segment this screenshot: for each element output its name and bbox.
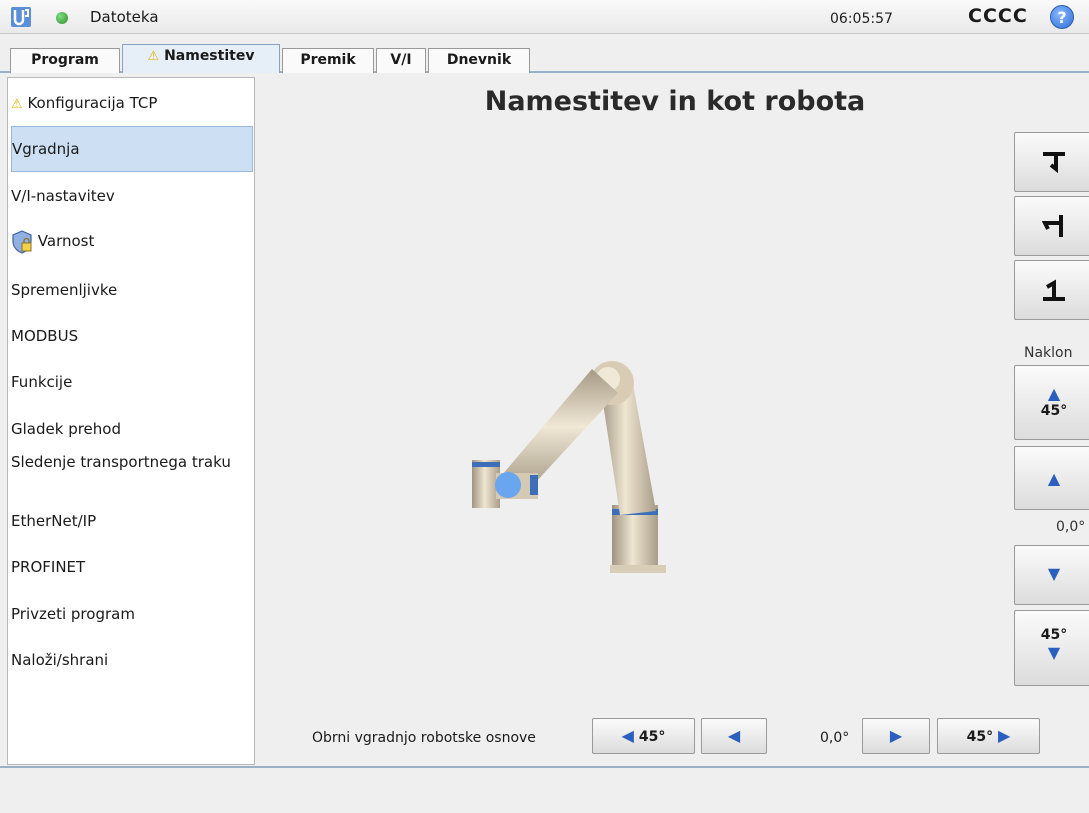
sidebar-item-ethernet-ip[interactable]: EtherNet/IP (11, 512, 253, 530)
sidebar-item-label: Spremenljivke (11, 281, 118, 299)
rotate-left-button[interactable]: ◀ (701, 718, 767, 754)
tab-dnevnik[interactable]: Dnevnik (428, 48, 530, 73)
sidebar-item-variables[interactable]: Spremenljivke (11, 281, 253, 299)
mount-floor-button[interactable] (1014, 132, 1089, 192)
sidebar-item-conveyor-tracking[interactable]: Sledenje transportnega traku (11, 452, 241, 472)
help-icon[interactable]: ? (1050, 5, 1074, 29)
rotate-base-label: Obrni vgradnjo robotske osnove (312, 730, 536, 746)
sidebar-item-safety[interactable]: Varnost (11, 229, 253, 254)
sidebar-item-modbus[interactable]: MODBUS (11, 327, 253, 345)
tab-namestitev[interactable]: ⚠ Namestitev (122, 44, 280, 73)
universal-robots-logo-icon (11, 7, 31, 27)
tab-vi[interactable]: V/I (376, 48, 426, 73)
arrow-left-icon: ◀ (727, 726, 741, 745)
sidebar-item-vgradnja[interactable]: Vgradnja (11, 126, 253, 172)
tilt-down-45-label: 45° (1040, 627, 1068, 643)
sidebar-item-default-program[interactable]: Privzeti program (11, 605, 253, 623)
sidebar-item-label: Vgradnja (12, 140, 80, 158)
tab-label: Program (31, 52, 99, 68)
rotate-right-45-button[interactable]: 45° ▶ (937, 718, 1040, 754)
sidebar-item-label: Funkcije (11, 373, 73, 391)
rotate-right-button[interactable]: ▶ (862, 718, 930, 754)
tab-label: Namestitev (164, 48, 255, 64)
tab-label: V/I (390, 52, 412, 68)
arrow-up-icon: ▲ (1047, 469, 1061, 488)
sidebar-item-label: Naloži/shrani (11, 651, 109, 669)
arrow-down-icon: ▼ (1047, 643, 1061, 662)
robot-floor-mount-icon (1043, 152, 1065, 174)
mount-ceiling-button[interactable] (1014, 260, 1089, 320)
sidebar-item-smooth-transition[interactable]: Gladek prehod (11, 420, 253, 438)
clock: 06:05:57 (830, 11, 893, 27)
sidebar-item-label: V/I-nastavitev (11, 187, 115, 205)
tilt-up-button[interactable]: ▲ (1014, 446, 1089, 510)
sidebar-item-label: PROFINET (11, 558, 86, 576)
tab-program[interactable]: Program (10, 48, 120, 73)
tilt-down-45-button[interactable]: 45° ▼ (1014, 610, 1089, 686)
tilt-up-45-label: 45° (1040, 403, 1068, 419)
sidebar-item-label: MODBUS (11, 327, 79, 345)
tab-label: Dnevnik (446, 52, 512, 68)
tilt-up-45-button[interactable]: ▲ 45° (1014, 365, 1089, 440)
tab-label: Premik (300, 52, 356, 68)
sidebar-item-io-setup[interactable]: V/I-nastavitev (11, 187, 253, 205)
top-bar: Datoteka 06:05:57 CCCC ? (0, 0, 1089, 34)
main-tabs: Program ⚠ Namestitev Premik V/I Dnevnik (0, 44, 1089, 73)
sidebar-item-label: Varnost (37, 232, 95, 250)
sidebar-item-profinet[interactable]: PROFINET (11, 558, 253, 576)
tab-premik[interactable]: Premik (282, 48, 374, 73)
rotate-value: 0,0° (820, 730, 850, 746)
rotate-right-45-label: 45° (966, 729, 994, 745)
mount-wall-button[interactable] (1014, 196, 1089, 256)
sidebar-item-label: Privzeti program (11, 605, 135, 623)
arrow-right-icon: ▶ (889, 726, 903, 745)
sidebar-item-label: Sledenje transportnega traku (11, 453, 231, 471)
tilt-label: Naklon (1024, 345, 1073, 361)
robot-arm-3d-view[interactable] (460, 355, 680, 580)
warning-icon: ⚠ (11, 97, 23, 112)
rotate-left-45-label: 45° (638, 729, 666, 745)
sidebar-item-label: Konfiguracija TCP (27, 94, 158, 112)
sidebar-item-tcp[interactable]: ⚠ Konfiguracija TCP (11, 94, 253, 114)
installation-sidebar: ⚠ Konfiguracija TCP Vgradnja V/I-nastavi… (7, 77, 255, 765)
status-indicator-icon (56, 12, 68, 24)
footer-divider (0, 766, 1089, 768)
tilt-value: 0,0° (1056, 519, 1086, 535)
shield-lock-icon (12, 229, 32, 254)
robot-ceiling-mount-icon (1043, 279, 1065, 301)
arrow-up-icon: ▲ (1047, 384, 1061, 403)
page-title: Namestitev in kot robota (484, 86, 866, 117)
warning-icon: ⚠ (147, 49, 160, 64)
sidebar-item-label: EtherNet/IP (11, 512, 97, 530)
file-menu[interactable]: Datoteka (90, 8, 159, 26)
sidebar-item-features[interactable]: Funkcije (11, 373, 253, 391)
sidebar-item-label: Gladek prehod (11, 420, 121, 438)
rotate-left-45-button[interactable]: ◀ 45° (592, 718, 695, 754)
robot-wall-mount-icon (1041, 215, 1063, 237)
sidebar-item-load-save[interactable]: Naloži/shrani (11, 651, 253, 669)
arrow-left-icon: ◀ (621, 726, 634, 745)
robot-name: CCCC (968, 5, 1028, 27)
tilt-down-button[interactable]: ▼ (1014, 545, 1089, 605)
arrow-down-icon: ▼ (1047, 564, 1061, 583)
arrow-right-icon: ▶ (998, 726, 1011, 745)
